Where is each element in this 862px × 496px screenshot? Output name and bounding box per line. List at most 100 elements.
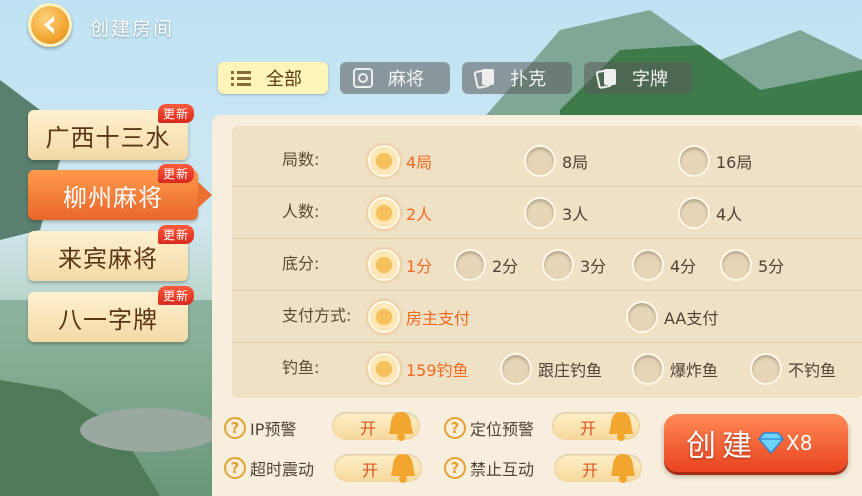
option-score-5[interactable]: 5分 (720, 249, 785, 281)
update-badge: 更新 (157, 225, 194, 244)
zipai-icon (596, 67, 618, 89)
radio-selected-icon (368, 145, 400, 177)
option-text: 4分 (670, 257, 697, 276)
help-icon[interactable]: ? (444, 417, 466, 439)
option-row-payment: 支付方式: 房主支付 AA支付 (232, 290, 862, 343)
option-text: 爆炸鱼 (670, 361, 719, 380)
radio-icon (720, 249, 752, 281)
game-label: 广西十三水 (45, 123, 171, 152)
option-score-1[interactable]: 1分 (368, 249, 433, 281)
poker-icon (474, 67, 496, 89)
option-fish-159[interactable]: 159钓鱼 (368, 353, 469, 385)
update-badge: 更新 (157, 104, 194, 123)
radio-icon (524, 197, 556, 229)
option-fish-bomb[interactable]: 爆炸鱼 (632, 353, 719, 385)
option-players-3[interactable]: 3人 (524, 197, 589, 229)
game-item-bayi-zipai[interactable]: 八一字牌 更新 (28, 286, 194, 342)
switch-state: 开 (360, 419, 377, 438)
option-label: 底分: (282, 254, 320, 273)
back-arrow-icon (44, 16, 54, 34)
ip-warning-switch[interactable]: 开 (332, 412, 420, 441)
option-fish-none[interactable]: 不钓鱼 (750, 353, 837, 385)
update-badge: 更新 (157, 164, 194, 183)
radio-icon (632, 353, 664, 385)
toggle-timeout-vibrate: ? 超时震动 (224, 456, 314, 480)
game-label: 来宾麻将 (58, 244, 158, 273)
option-text: 159钓鱼 (406, 361, 469, 380)
radio-icon (750, 353, 782, 385)
option-row-base-score: 底分: 1分 2分 3分 4分 5分 (232, 238, 862, 291)
option-text: 5分 (758, 257, 785, 276)
game-item-guangxi-shisanshui[interactable]: 广西十三水 更新 (28, 104, 194, 160)
option-rounds-4[interactable]: 4局 (368, 145, 433, 177)
help-icon[interactable]: ? (444, 457, 466, 479)
radio-selected-icon (368, 249, 400, 281)
switch-state: 开 (582, 461, 599, 480)
option-rounds-8[interactable]: 8局 (524, 145, 588, 177)
help-icon[interactable]: ? (224, 417, 246, 439)
option-text: 4人 (716, 205, 743, 224)
option-pay-owner[interactable]: 房主支付 (368, 301, 470, 333)
option-rounds-16[interactable]: 16局 (678, 145, 753, 177)
create-room-button[interactable]: 创建 X8 (664, 414, 848, 472)
option-players-2[interactable]: 2人 (368, 197, 433, 229)
disable-interaction-switch[interactable]: 开 (554, 454, 642, 483)
list-icon (230, 67, 252, 89)
timeout-vibrate-switch[interactable]: 开 (334, 454, 422, 483)
back-button[interactable] (28, 3, 72, 47)
option-score-3[interactable]: 3分 (542, 249, 606, 281)
bell-knob-icon (609, 412, 633, 441)
radio-icon (524, 145, 556, 177)
bell-knob-icon (391, 454, 415, 483)
update-badge: 更新 (157, 286, 194, 305)
radio-selected-icon (368, 353, 400, 385)
game-item-laibin-mahjong[interactable]: 来宾麻将 更新 (28, 225, 194, 281)
option-score-4[interactable]: 4分 (632, 249, 697, 281)
tab-mahjong[interactable]: 麻将 (340, 62, 450, 94)
option-label: 局数: (282, 150, 320, 169)
toggle-label: 禁止互动 (470, 460, 535, 479)
option-row-rounds: 局数: 4局 8局 16局 (232, 134, 862, 187)
option-fish-follow[interactable]: 跟庄钓鱼 (500, 353, 603, 385)
option-text: 2人 (406, 205, 433, 224)
option-text: 4局 (406, 153, 433, 172)
option-pay-aa[interactable]: AA支付 (626, 301, 719, 333)
tab-poker[interactable]: 扑克 (462, 62, 572, 94)
option-text: 1分 (406, 257, 433, 276)
option-players-4[interactable]: 4人 (678, 197, 743, 229)
option-text: 跟庄钓鱼 (538, 361, 603, 380)
option-score-2[interactable]: 2分 (454, 249, 519, 281)
radio-icon (454, 249, 486, 281)
help-icon[interactable]: ? (224, 457, 246, 479)
toggle-ip-warning: ? IP预警 (224, 416, 296, 440)
option-row-players: 人数: 2人 3人 4人 (232, 186, 862, 239)
bell-knob-icon (389, 412, 413, 441)
create-cost: X8 (786, 431, 813, 455)
radio-icon (626, 301, 658, 333)
radio-icon (632, 249, 664, 281)
radio-icon (678, 197, 710, 229)
option-label: 支付方式: (282, 306, 352, 325)
option-text: 16局 (716, 153, 753, 172)
option-text: 2分 (492, 257, 519, 276)
mahjong-icon (352, 67, 374, 89)
game-label: 柳州麻将 (63, 183, 163, 212)
toggle-label: IP预警 (250, 420, 297, 439)
game-item-liuzhou-mahjong[interactable]: 柳州麻将 更新 (28, 164, 212, 220)
option-text: AA支付 (664, 309, 719, 328)
radio-icon (500, 353, 532, 385)
location-warning-switch[interactable]: 开 (552, 412, 640, 441)
tab-all[interactable]: 全部 (218, 62, 328, 94)
radio-icon (542, 249, 574, 281)
option-label: 钓鱼: (282, 358, 320, 377)
switch-state: 开 (580, 419, 597, 438)
tab-zipai[interactable]: 字牌 (584, 62, 692, 94)
option-text: 不钓鱼 (788, 361, 837, 380)
create-label: 创建 (686, 429, 758, 464)
page-title: 创建房间 (90, 18, 175, 40)
option-text: 3人 (562, 205, 589, 224)
switch-state: 开 (362, 461, 379, 480)
toggle-disable-interaction: ? 禁止互动 (444, 456, 534, 480)
toggle-label: 定位预警 (470, 420, 535, 439)
toggle-location-warning: ? 定位预警 (444, 416, 534, 440)
